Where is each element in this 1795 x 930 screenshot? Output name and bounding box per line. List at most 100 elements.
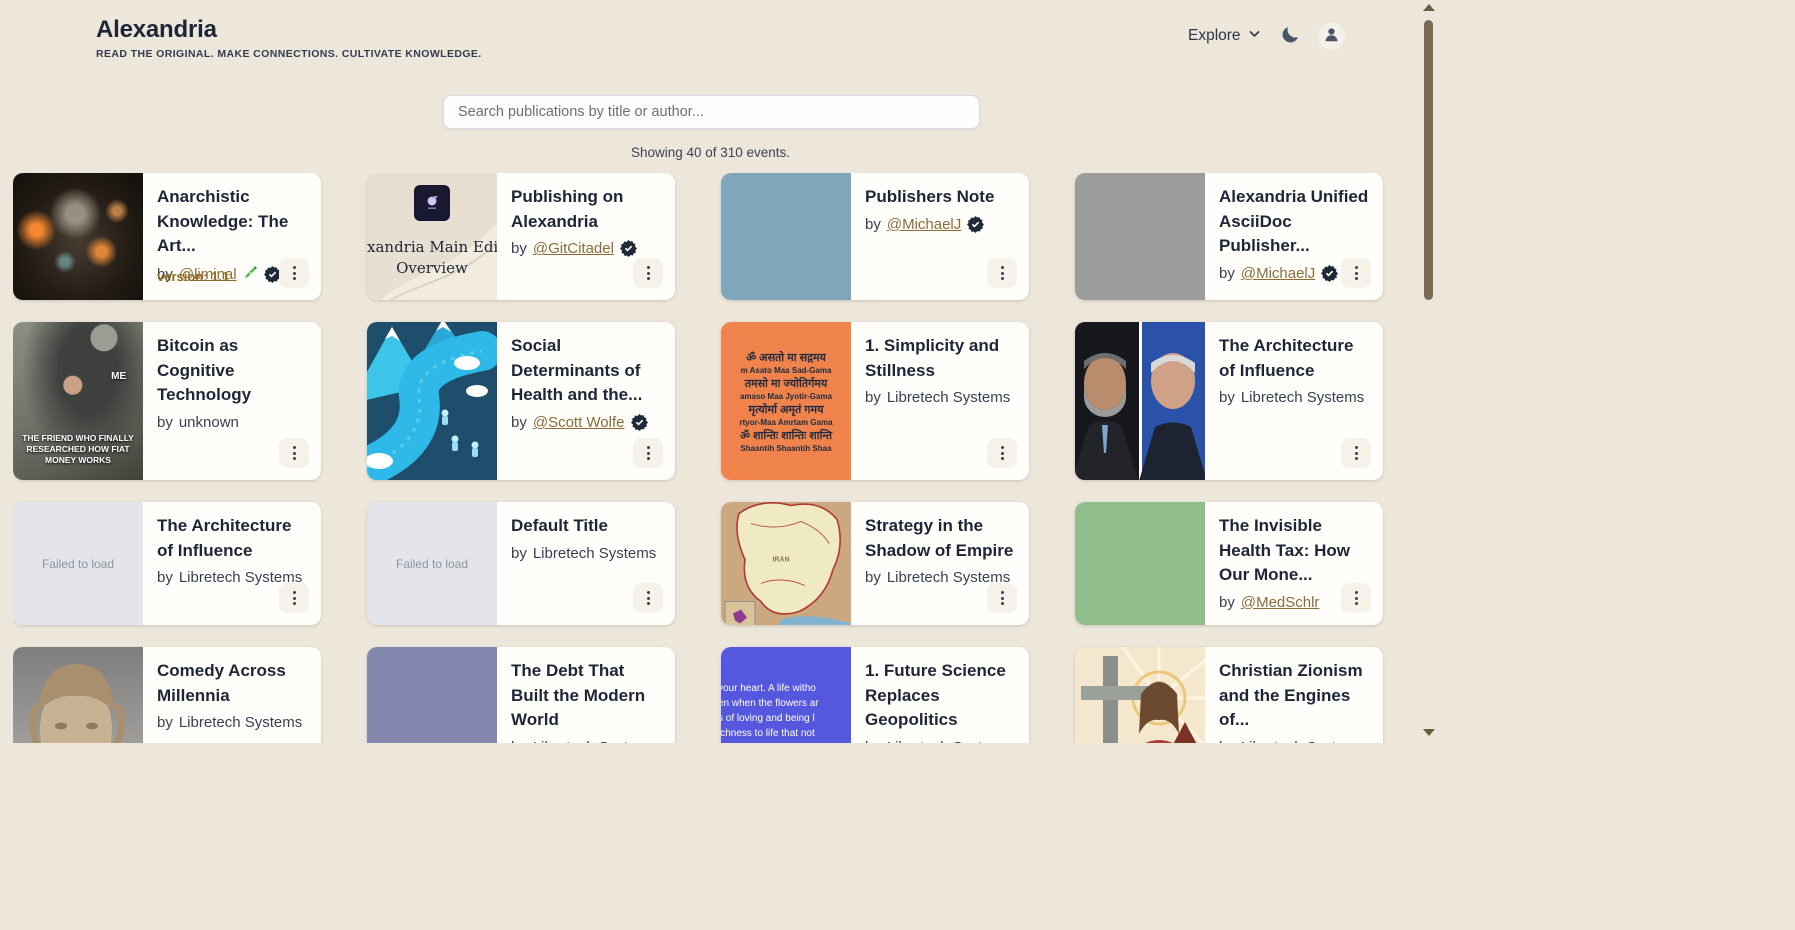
cover-text-line: your heart. A life witho <box>721 681 851 696</box>
card-menu-button[interactable] <box>1341 438 1371 468</box>
card-menu-button[interactable] <box>987 258 1017 288</box>
meme-caption: THE FRIEND WHO FINALLY RESEARCHED HOW FI… <box>18 433 138 466</box>
card-cover-image: ॐ असतो मा सद्गमयm Asato Maa Sad-Gamaतमसो… <box>721 322 851 480</box>
publication-card[interactable]: Social Determinants of Health and the...… <box>367 322 675 480</box>
moon-icon <box>1280 24 1301 48</box>
card-menu-button[interactable] <box>987 583 1017 613</box>
publication-card[interactable]: xandria Main EdiOverviewPublishing on Al… <box>367 173 675 300</box>
profile-avatar-button[interactable] <box>1318 23 1345 50</box>
card-menu-button[interactable] <box>279 583 309 613</box>
publication-card[interactable]: Christian Zionism and the Engines of...b… <box>1075 647 1383 743</box>
by-label: by <box>157 414 173 431</box>
card-author: byLibretech Systems <box>511 739 661 743</box>
card-menu-button[interactable] <box>633 438 663 468</box>
card-author: byLibretech Systems <box>865 389 1015 406</box>
by-label: by <box>865 216 881 233</box>
by-label: by <box>511 240 527 257</box>
author-link[interactable]: @MichaelJ <box>887 216 961 233</box>
card-body: Anarchistic Knowledge: The Art...by@limi… <box>143 173 321 300</box>
card-menu-button[interactable] <box>279 258 309 288</box>
publication-card[interactable]: ॐ असतो मा सद्गमयm Asato Maa Sad-Gamaतमसो… <box>721 322 1029 480</box>
mantra-line: मृत्योर्मा अमृतं गमय <box>721 402 851 417</box>
card-menu-button[interactable] <box>1341 258 1371 288</box>
publication-card[interactable]: Failed to loadDefault TitlebyLibretech S… <box>367 502 675 625</box>
by-label: by <box>157 569 173 586</box>
scroll-up-arrow[interactable] <box>1423 4 1435 11</box>
card-menu-button[interactable] <box>1341 583 1371 613</box>
publication-card[interactable]: The Debt That Built the Modern World byLi… <box>367 647 675 743</box>
card-row: Comedy Across MillenniabyLibretech Syste… <box>13 647 1388 743</box>
search-input[interactable] <box>443 95 980 129</box>
publication-card[interactable]: IRANStrategy in the Shadow of EmpirebyLi… <box>721 502 1029 625</box>
card-row: ME THE FRIEND WHO FINALLY RESEARCHED HOW … <box>13 322 1388 480</box>
card-menu-button[interactable] <box>279 438 309 468</box>
publication-grid: Anarchistic Knowledge: The Art...by@limi… <box>13 173 1388 743</box>
author-link[interactable]: @Scott Wolfe <box>533 414 625 431</box>
scroll-down-arrow[interactable] <box>1423 729 1435 736</box>
author-name: Libretech Systems <box>179 714 302 731</box>
card-title: Default Title <box>511 514 661 539</box>
card-cover-image <box>367 647 497 743</box>
explore-menu-button[interactable]: Explore <box>1186 23 1263 49</box>
author-name: Libretech Systems <box>887 389 1010 406</box>
card-title: Alexandria Unified AsciiDoc Publisher... <box>1219 185 1369 259</box>
verified-badge-icon <box>620 240 637 257</box>
card-title: Strategy in the Shadow of Empire <box>865 514 1015 563</box>
card-cover-image: ME THE FRIEND WHO FINALLY RESEARCHED HOW … <box>13 322 143 480</box>
cover-text-line: ichness to life that not <box>721 726 851 741</box>
cover-text-line: en when the flowers ar <box>721 696 851 711</box>
chevron-down-icon <box>1248 27 1261 45</box>
card-title: The Invisible Health Tax: How Our Mone..… <box>1219 514 1369 588</box>
card-cover-image: IRAN <box>721 502 851 625</box>
card-cover-image: your heart. A life withoen when the flow… <box>721 647 851 743</box>
publication-card[interactable]: The Architecture of Influence byLibretech… <box>1075 322 1383 480</box>
card-row: Anarchistic Knowledge: The Art...by@limi… <box>13 173 1388 300</box>
card-author: byLibretech Systems <box>865 739 1015 743</box>
card-body: Comedy Across Millennia by Libretech Syste… <box>143 647 321 743</box>
by-label: by <box>1219 594 1235 611</box>
scrollbar <box>1421 0 1437 745</box>
card-cover-image <box>1075 173 1205 300</box>
user-avatar-icon <box>1322 25 1341 47</box>
card-body: Publishers Noteby@MichaelJ <box>851 173 1029 300</box>
card-body: The Invisible Health Tax: How Our Mone..… <box>1205 502 1383 625</box>
green-crayon-icon <box>243 265 258 284</box>
publication-card[interactable]: ME THE FRIEND WHO FINALLY RESEARCHED HOW … <box>13 322 321 480</box>
verified-badge-icon <box>631 414 648 431</box>
card-menu-button[interactable] <box>633 583 663 613</box>
by-label: by <box>1219 739 1235 743</box>
by-label: by <box>157 714 173 731</box>
card-body: Publishing on Alexandriaby@GitCitadel <box>497 173 675 300</box>
card-cover-image <box>1075 647 1205 743</box>
publication-card[interactable]: Comedy Across Millennia by Libretech Syste… <box>13 647 321 743</box>
card-menu-button[interactable] <box>633 258 663 288</box>
meme-label: ME <box>111 371 126 382</box>
scrollbar-thumb[interactable] <box>1424 20 1433 300</box>
publication-card[interactable]: Publishers Noteby@MichaelJ <box>721 173 1029 300</box>
tagline: READ THE ORIGINAL. MAKE CONNECTIONS. CUL… <box>96 48 482 60</box>
author-link[interactable]: @MedSchlr <box>1241 594 1320 611</box>
card-title: Comedy Across Millennia <box>157 659 307 708</box>
verified-badge-icon <box>967 216 984 233</box>
card-author: byLibretech Systems <box>1219 389 1369 406</box>
card-title: 1. Future Science Replaces Geopolitics <box>865 659 1015 733</box>
publication-card[interactable]: Failed to loadThe Architecture of Influe… <box>13 502 321 625</box>
explore-label: Explore <box>1188 27 1241 45</box>
author-link[interactable]: @MichaelJ <box>1241 265 1315 282</box>
publication-card[interactable]: The Invisible Health Tax: How Our Mone..… <box>1075 502 1383 625</box>
mantra-line: ॐ शान्तिः शान्तिः शान्ति <box>721 428 851 443</box>
card-author: byLibretech Systems <box>1219 739 1369 743</box>
theme-toggle-button[interactable] <box>1278 22 1303 50</box>
author-link[interactable]: @GitCitadel <box>533 240 614 257</box>
publication-card[interactable]: your heart. A life withoen when the flow… <box>721 647 1029 743</box>
publication-card[interactable]: Anarchistic Knowledge: The Art...by@limi… <box>13 173 321 300</box>
publisher-logo <box>414 185 450 221</box>
publication-card[interactable]: Alexandria Unified AsciiDoc Publisher...… <box>1075 173 1383 300</box>
card-title: The Debt That Built the Modern World <box>511 659 661 733</box>
results-count: Showing 40 of 310 events. <box>0 145 1421 160</box>
card-title: The Architecture of Influence <box>1219 334 1369 383</box>
card-menu-button[interactable] <box>987 438 1017 468</box>
page-title: Alexandria <box>96 16 482 44</box>
card-body: Alexandria Unified AsciiDoc Publisher...… <box>1205 173 1383 300</box>
card-author: by @MichaelJ <box>865 216 1015 233</box>
